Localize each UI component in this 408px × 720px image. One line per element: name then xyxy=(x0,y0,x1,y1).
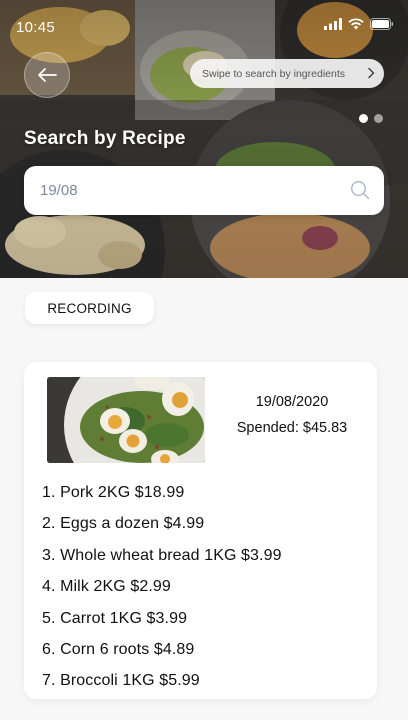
search-icon[interactable] xyxy=(350,180,370,200)
shopping-list: 1. Pork 2KG $18.99 2. Eggs a dozen $4.99… xyxy=(42,482,282,702)
recording-card[interactable]: 19/08/2020 Spended: $45.83 1. Pork 2KG $… xyxy=(24,362,377,699)
back-button[interactable] xyxy=(24,52,70,98)
battery-icon xyxy=(370,18,394,30)
hero-banner: 10:45 Swipe to search by ingredients Sea… xyxy=(0,0,408,278)
page-title: Search by Recipe xyxy=(24,128,186,149)
signal-icon xyxy=(324,18,342,30)
status-time: 10:45 xyxy=(16,19,56,36)
swipe-to-ingredients-button[interactable]: Swipe to search by ingredients xyxy=(190,59,384,88)
search-input[interactable] xyxy=(40,182,330,199)
recording-spent-total: Spended: $45.83 xyxy=(236,420,348,436)
wifi-icon xyxy=(348,18,364,30)
list-item: 5. Carrot 1KG $3.99 xyxy=(42,609,188,627)
status-icons xyxy=(324,18,394,30)
list-item: 4. Milk 2KG $2.99 xyxy=(42,578,171,596)
recording-section-chip[interactable]: RECORDING xyxy=(25,292,154,324)
swipe-hint-label: Swipe to search by ingredients xyxy=(202,67,345,80)
list-item: 1. Pork 2KG $18.99 xyxy=(42,484,185,501)
carousel-dots xyxy=(359,114,383,123)
list-item: 3. Whole wheat bread 1KG $3.99 xyxy=(42,546,282,564)
recording-thumbnail xyxy=(47,377,205,463)
search-box[interactable] xyxy=(24,166,384,215)
recording-label: RECORDING xyxy=(47,300,132,316)
status-bar: 10:45 xyxy=(0,0,408,44)
list-item: 6. Corn 6 roots $4.89 xyxy=(42,640,195,658)
list-item: 7. Broccoli 1KG $5.99 xyxy=(42,672,200,690)
chevron-right-icon xyxy=(368,67,375,79)
carousel-dot-1[interactable] xyxy=(359,114,368,123)
recording-date: 19/08/2020 xyxy=(255,394,329,410)
egg-salad-photo xyxy=(47,377,205,463)
list-item: 2. Eggs a dozen $4.99 xyxy=(42,515,205,533)
carousel-dot-2[interactable] xyxy=(374,114,383,123)
back-arrow-icon xyxy=(38,68,57,82)
